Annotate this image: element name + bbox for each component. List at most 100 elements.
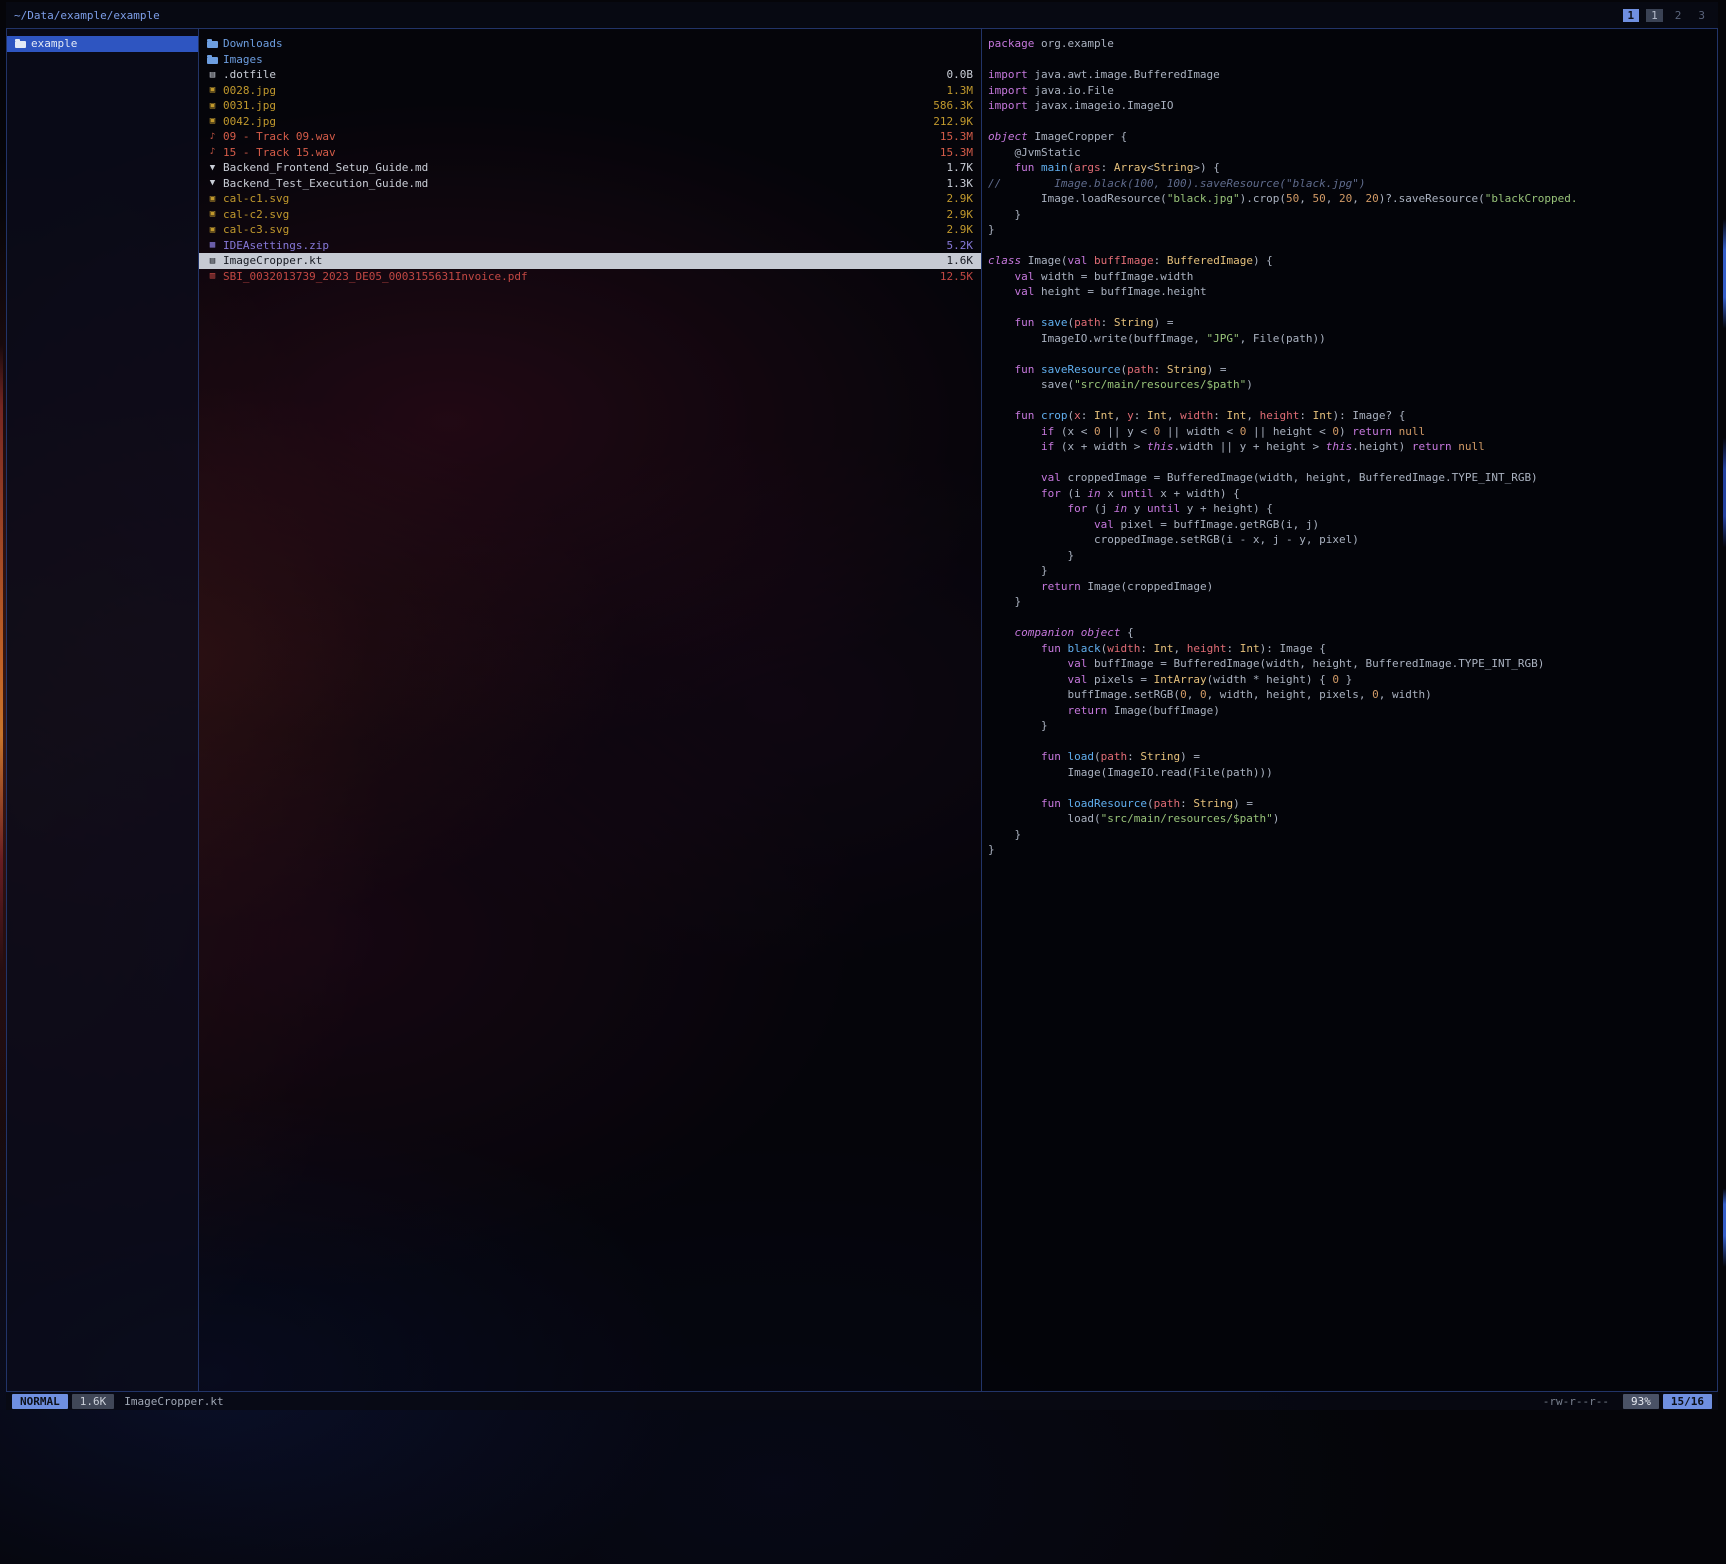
file-name: cal-c2.svg <box>223 208 289 221</box>
file-row[interactable]: ▣0031.jpg586.3K <box>199 98 981 114</box>
cursor-position-badge: 15/16 <box>1663 1394 1712 1409</box>
code-line: } <box>988 842 1711 858</box>
code-line: } <box>988 548 1711 564</box>
code-line: } <box>988 827 1711 843</box>
file-size: 212.9K <box>923 115 973 128</box>
code-line: // Image.black(100, 100).saveResource("b… <box>988 176 1711 192</box>
code-line: fun loadResource(path: String) = <box>988 796 1711 812</box>
code-line: ImageIO.write(buffImage, "JPG", File(pat… <box>988 331 1711 347</box>
tab-2[interactable]: 1 <box>1646 9 1663 22</box>
archive-icon: ▦ <box>207 240 218 250</box>
code-line: class Image(val buffImage: BufferedImage… <box>988 253 1711 269</box>
image-icon: ▣ <box>207 209 218 219</box>
code-line <box>988 300 1711 316</box>
code-line: if (x + width > this.width || y + height… <box>988 439 1711 455</box>
code-file-icon: ▤ <box>207 256 218 266</box>
code-line: fun crop(x: Int, y: Int, width: Int, hei… <box>988 408 1711 424</box>
markdown-icon: ▼ <box>207 178 218 188</box>
code-line: croppedImage.setRGB(i - x, j - y, pixel) <box>988 532 1711 548</box>
file-name: Backend_Test_Execution_Guide.md <box>223 177 428 190</box>
code-line: import java.io.File <box>988 83 1711 99</box>
file-row[interactable]: ▣ cal-c3.svg 2.9K <box>199 222 981 238</box>
code-line: fun load(path: String) = <box>988 749 1711 765</box>
code-line: for (j in y until y + height) { <box>988 501 1711 517</box>
code-line: val height = buffImage.height <box>988 284 1711 300</box>
file-row[interactable]: ▥SBI_0032013739_2023_DE05_0003155631Invo… <box>199 269 981 285</box>
image-icon: ▣ <box>207 116 218 126</box>
file-row[interactable]: ▼Backend_Test_Execution_Guide.md1.3K <box>199 176 981 192</box>
file-row[interactable]: Images <box>199 52 981 68</box>
downloads-folder-icon <box>207 41 218 48</box>
file-name: example <box>31 37 77 50</box>
image-icon: ▣ <box>207 194 218 204</box>
file-row[interactable]: ▼Backend_Frontend_Setup_Guide.md1.7K <box>199 160 981 176</box>
code-line: Image.loadResource("black.jpg").crop(50,… <box>988 191 1711 207</box>
preview-pane: package org.example import java.awt.imag… <box>982 29 1717 1391</box>
file-row[interactable]: ▣0028.jpg1.3M <box>199 83 981 99</box>
file-name: 09 - Track 09.wav <box>223 130 336 143</box>
yazi-window: ~/Data/example/example 1123 example Down… <box>6 2 1718 1410</box>
file-row[interactable]: ▤.dotfile0.0B <box>199 67 981 83</box>
file-row[interactable]: ▣ 0042.jpg 212.9K <box>199 114 981 130</box>
file-row[interactable]: ▤ImageCropper.kt1.6K <box>199 253 981 269</box>
code-line: for (i in x until x + width) { <box>988 486 1711 502</box>
mode-badge: NORMAL <box>12 1394 68 1409</box>
code-line <box>988 346 1711 362</box>
status-left: NORMAL 1.6K ImageCropper.kt <box>12 1394 224 1409</box>
image-icon: ▣ <box>207 225 218 235</box>
code-line: buffImage.setRGB(0, 0, width, height, pi… <box>988 687 1711 703</box>
file-size: 2.9K <box>937 192 974 205</box>
code-line: val pixels = IntArray(width * height) { … <box>988 672 1711 688</box>
file-size: 1.6K <box>937 254 974 267</box>
file-name: 0031.jpg <box>223 99 276 112</box>
parent-dir-item[interactable]: example <box>7 36 198 52</box>
code-line <box>988 114 1711 130</box>
file-row[interactable]: ▦ IDEAsettings.zip 5.2K <box>199 238 981 254</box>
file-size: 2.9K <box>937 223 974 236</box>
scroll-percent-badge: 93% <box>1623 1394 1659 1409</box>
code-preview: package org.example import java.awt.imag… <box>988 36 1711 858</box>
code-line: fun save(path: String) = <box>988 315 1711 331</box>
file-name: Backend_Frontend_Setup_Guide.md <box>223 161 428 174</box>
image-icon: ▣ <box>207 85 218 95</box>
file-size-badge: 1.6K <box>72 1394 115 1409</box>
file-name: Images <box>223 53 263 66</box>
file-name: 15 - Track 15.wav <box>223 146 336 159</box>
code-line: import java.awt.image.BufferedImage <box>988 67 1711 83</box>
file-size: 5.2K <box>937 239 974 252</box>
code-line: fun saveResource(path: String) = <box>988 362 1711 378</box>
image-icon: ▣ <box>207 101 218 111</box>
file-name: cal-c3.svg <box>223 223 289 236</box>
code-line <box>988 238 1711 254</box>
file-name: IDEAsettings.zip <box>223 239 329 252</box>
file-name: .dotfile <box>223 68 276 81</box>
status-filename: ImageCropper.kt <box>124 1395 223 1408</box>
code-line <box>988 393 1711 409</box>
file-size: 1.7K <box>937 161 974 174</box>
folder-icon <box>15 41 26 48</box>
file-row[interactable]: ▣ cal-c2.svg 2.9K <box>199 207 981 223</box>
file-row[interactable]: ♪09 - Track 09.wav15.3M <box>199 129 981 145</box>
status-right: -rw-r--r-- 93% 15/16 <box>1543 1394 1712 1409</box>
code-line: package org.example <box>988 36 1711 52</box>
code-line: val width = buffImage.width <box>988 269 1711 285</box>
audio-icon: ♪ <box>207 147 218 157</box>
code-line: val pixel = buffImage.getRGB(i, j) <box>988 517 1711 533</box>
file-row[interactable]: ♪15 - Track 15.wav15.3M <box>199 145 981 161</box>
tab-4[interactable]: 3 <box>1693 9 1710 22</box>
code-line: object ImageCropper { <box>988 129 1711 145</box>
tab-1[interactable]: 1 <box>1623 9 1640 22</box>
tab-3[interactable]: 2 <box>1670 9 1687 22</box>
file-icon: ▤ <box>207 70 218 80</box>
code-line: fun black(width: Int, height: Int): Imag… <box>988 641 1711 657</box>
parent-pane: example <box>7 29 198 1391</box>
code-line: } <box>988 594 1711 610</box>
code-line <box>988 780 1711 796</box>
code-line: } <box>988 563 1711 579</box>
file-name: 0042.jpg <box>223 115 276 128</box>
file-row[interactable]: Downloads <box>199 36 981 52</box>
pdf-icon: ▥ <box>207 271 218 281</box>
code-line: } <box>988 207 1711 223</box>
file-size: 2.9K <box>937 208 974 221</box>
file-row[interactable]: ▣cal-c1.svg2.9K <box>199 191 981 207</box>
